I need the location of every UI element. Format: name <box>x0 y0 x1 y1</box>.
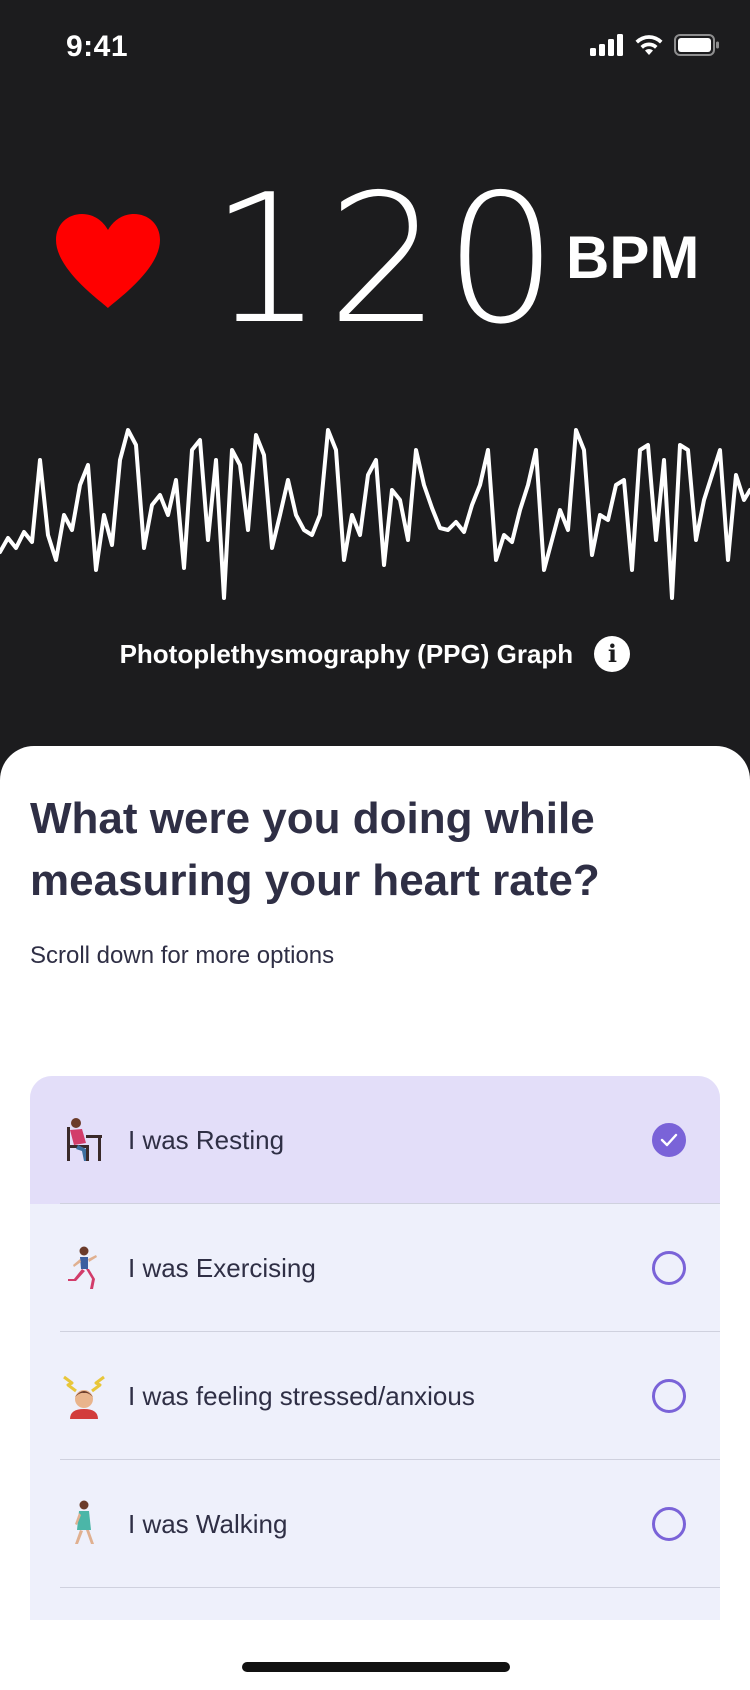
option-resting[interactable]: I was Resting <box>30 1076 720 1204</box>
wifi-icon <box>634 34 664 61</box>
radio-icon[interactable] <box>652 1507 686 1541</box>
ppg-label-text: Photoplethysmography (PPG) Graph <box>119 638 574 669</box>
scroll-hint: Scroll down for more options <box>30 942 335 969</box>
home-indicator[interactable] <box>242 1662 510 1672</box>
divider <box>60 1587 720 1588</box>
ppg-label: Photoplethysmography (PPG) Graph i <box>0 636 750 672</box>
battery-icon <box>674 34 720 61</box>
status-time: 9:41 <box>66 30 129 63</box>
info-icon[interactable]: i <box>594 636 631 672</box>
option-stressed[interactable]: I was feeling stressed/anxious <box>30 1332 720 1460</box>
status-icons <box>590 34 720 61</box>
bpm-value: 120 <box>210 156 562 363</box>
signal-icon <box>590 34 624 61</box>
option-walking[interactable]: I was Walking <box>30 1460 720 1588</box>
walking-person-icon <box>62 1499 106 1549</box>
running-person-icon <box>62 1243 106 1293</box>
option-label: I was Exercising <box>128 1252 316 1283</box>
check-icon[interactable] <box>652 1123 686 1157</box>
ppg-graph <box>0 428 750 600</box>
option-label: I was Walking <box>128 1508 288 1539</box>
bpm-unit: BPM <box>566 224 700 291</box>
radio-icon[interactable] <box>652 1379 686 1413</box>
option-label: I was feeling stressed/anxious <box>128 1380 475 1411</box>
status-bar: 9:41 <box>0 0 750 94</box>
question-title: What were you doing while measuring your… <box>30 794 600 905</box>
options-list[interactable]: I was Resting I was Exercising I was fee… <box>30 1076 720 1620</box>
activity-sheet: What were you doing while measuring your… <box>0 746 750 1690</box>
stressed-person-icon <box>62 1371 106 1421</box>
heart-rate-header: 9:41 120 BPM Photoplethysmography (PPG) … <box>0 0 750 760</box>
option-label: I was Resting <box>128 1124 285 1155</box>
resting-person-icon <box>62 1115 106 1165</box>
heart-icon <box>52 212 164 312</box>
option-exercising[interactable]: I was Exercising <box>30 1204 720 1332</box>
radio-icon[interactable] <box>652 1251 686 1285</box>
